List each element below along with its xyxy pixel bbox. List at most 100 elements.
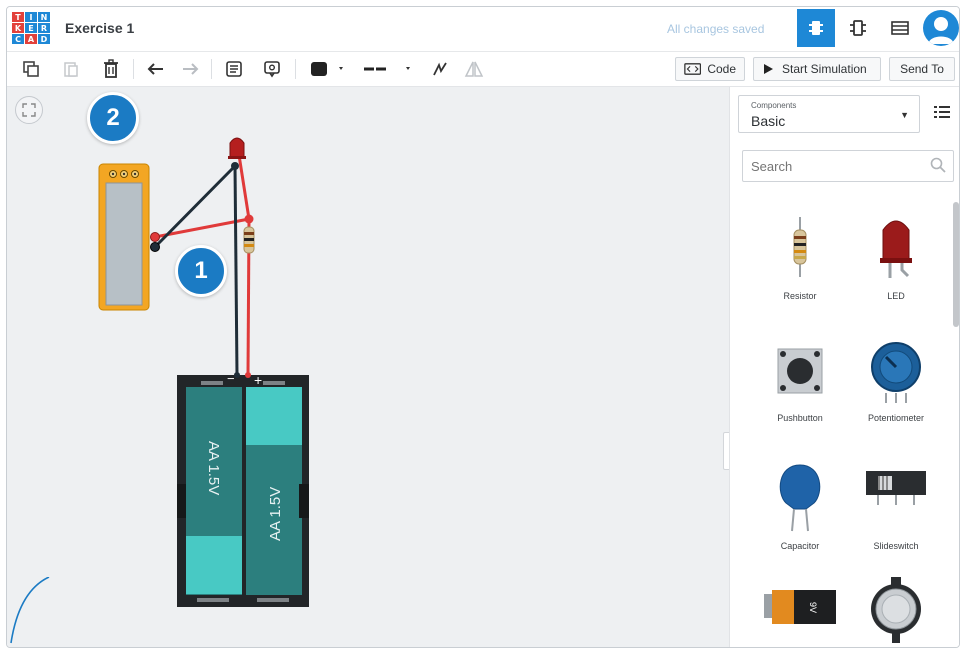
circuit-view-button[interactable] [797,9,835,47]
component-potentiometer[interactable]: Potentiometer [856,337,936,437]
component-coin-cell-battery[interactable] [856,575,936,645]
notes-button[interactable] [221,58,247,80]
led-component[interactable] [228,137,246,159]
flip-wire-button[interactable] [427,58,453,80]
notes-icon [226,61,242,77]
logo-letter: D [38,34,50,44]
logo-letter: K [12,23,24,33]
paste-button[interactable] [59,58,83,80]
copy-icon [23,61,39,77]
list-view-button[interactable] [934,105,950,124]
resistor-icon [793,217,807,277]
redo-button[interactable] [177,58,203,80]
coin-cell-battery-icon [871,577,921,643]
start-simulation-button[interactable]: Start Simulation [753,57,881,81]
led-icon [880,220,912,278]
list-view-icon [934,106,950,118]
caret-down-icon: ▼ [900,110,909,120]
schematic-view-button[interactable] [839,9,877,47]
paste-icon [64,62,78,77]
component-pushbutton[interactable]: Pushbutton [760,337,840,437]
code-icon [684,63,702,75]
logo-letter: N [38,12,50,22]
component-led[interactable]: LED [856,212,936,312]
redo-icon [183,63,199,75]
save-status: All changes saved [667,22,765,36]
panel-scrollbar[interactable] [953,202,959,327]
battery-label-right: AA 1.5V [267,487,284,541]
battery-label-left: AA 1.5V [205,441,222,495]
component-slideswitch[interactable]: Slideswitch [856,459,936,559]
pushbutton-icon [777,348,823,394]
send-to-button[interactable]: Send To [889,57,955,81]
slideswitch-icon [866,471,926,505]
battery-text: 9V [808,602,818,613]
logo-letter: R [38,23,50,33]
undo-button[interactable] [143,58,169,80]
code-button[interactable]: Code [675,57,745,81]
wire-style-icon [364,67,410,71]
mirror-button[interactable] [461,58,487,80]
multimeter[interactable] [98,163,150,311]
trash-icon [104,59,118,78]
component-9v-battery[interactable]: 9V [760,582,840,642]
resistor-component[interactable] [243,226,255,254]
code-label: Code [707,62,736,76]
schematic-view-icon [850,20,866,36]
mirror-icon [464,61,484,77]
app-header: TIN KER CAD Exercise 1 All changes saved [7,7,959,52]
send-to-label: Send To [900,62,944,76]
component-resistor[interactable]: Resistor [760,212,840,312]
search-input[interactable] [742,150,954,182]
component-label: Resistor [783,291,817,301]
comment-icon [264,61,280,78]
circuit-view-icon [809,21,823,35]
wire-bend-icon [433,62,447,76]
callout-2: 2 [87,92,139,144]
undo-icon [147,63,163,75]
edit-toolbar: Code Start Simulation Send To [7,52,959,87]
logo-letter: I [25,12,37,22]
components-dropdown[interactable]: Components Basic ▼ [738,95,920,133]
circuit-canvas[interactable]: − + AA 1.5V AA 1.5V 2 1 [7,87,739,647]
component-capacitor[interactable]: Capacitor [760,459,840,559]
component-list-icon [891,21,909,35]
copy-button[interactable] [19,58,43,80]
battery-pack[interactable]: − + AA 1.5V AA 1.5V [177,371,309,607]
user-icon [928,17,954,44]
potentiometer-icon [871,342,921,403]
logo-letter: C [12,34,24,44]
toolbar-divider [295,59,296,79]
fill-color-dropdown[interactable] [307,58,351,80]
logo-letter: E [25,23,37,33]
comment-button[interactable] [259,58,285,80]
components-dropdown-value: Basic [751,113,786,129]
tinkercad-logo[interactable]: TIN KER CAD [12,12,52,44]
capacitor-icon [779,464,821,532]
component-list-button[interactable] [881,9,919,47]
play-icon [764,64,773,74]
callout-1: 1 [175,245,227,297]
delete-button[interactable] [99,58,123,80]
components-dropdown-label: Components [751,101,797,110]
component-label: Pushbutton [777,413,823,423]
toolbar-divider [211,59,212,79]
battery-minus-terminal: − [227,371,235,386]
components-panel: Components Basic ▼ Resistor [729,87,959,647]
start-simulation-label: Start Simulation [782,62,867,76]
decorative-curve [10,577,50,644]
wire-style-dropdown[interactable] [359,58,417,80]
circuit-drawing: − + AA 1.5V AA 1.5V [98,137,309,607]
toolbar-divider [133,59,134,79]
battery-plus-terminal: + [254,372,262,388]
9v-battery-icon: 9V [764,590,836,624]
user-avatar[interactable] [923,10,959,46]
component-label: Potentiometer [867,413,925,423]
project-title[interactable]: Exercise 1 [65,20,134,36]
component-label: Capacitor [780,541,820,551]
logo-letter: T [12,12,24,22]
search-icon [930,157,946,173]
component-label: Slideswitch [873,541,919,551]
fill-color-icon [311,62,343,76]
component-label: LED [887,291,905,301]
